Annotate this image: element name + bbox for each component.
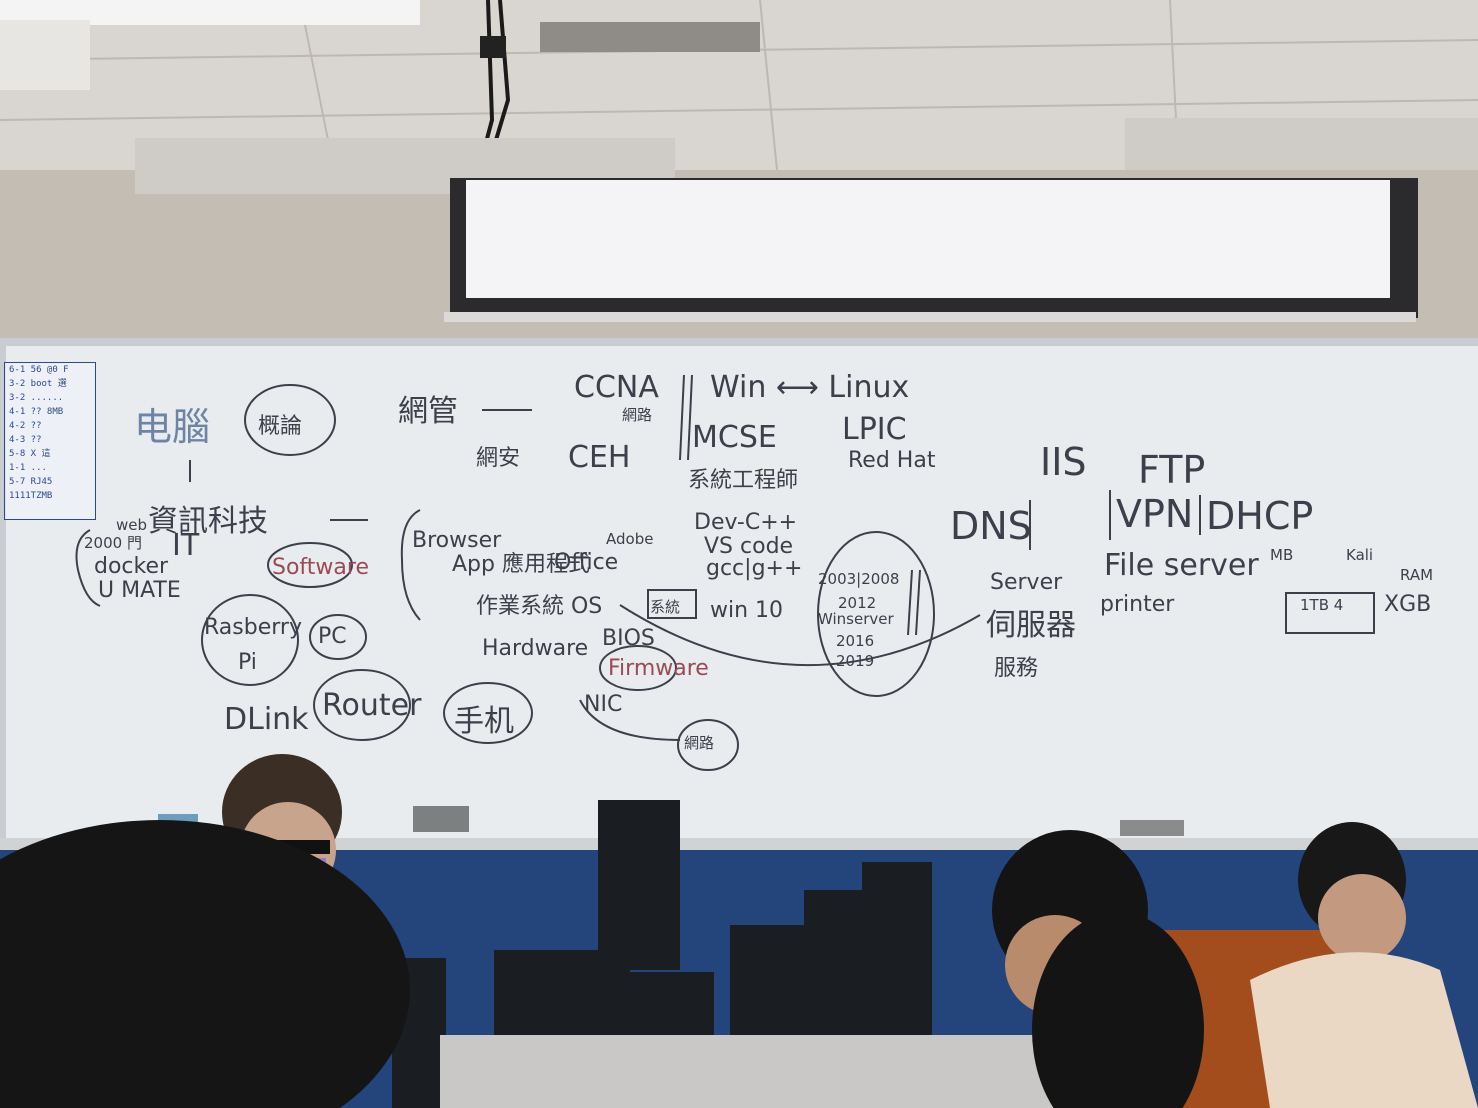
legend-line: 3-2 boot 選: [9, 379, 67, 389]
text-adobe: Adobe: [606, 530, 654, 548]
text-printer: printer: [1100, 592, 1175, 617]
text-year: 2000 門: [84, 534, 142, 552]
eraser: [413, 806, 469, 832]
text-pi: Pi: [238, 650, 257, 675]
text-router: Router: [322, 688, 422, 723]
text-nic: NIC: [584, 692, 623, 717]
text-os: 作業系統 OS: [476, 594, 603, 619]
text-phone: 手机: [454, 704, 514, 739]
text-server-cn: 伺服器: [986, 608, 1076, 643]
text-system-small: 系統: [650, 598, 681, 616]
text-netmgmt: 網管: [398, 394, 458, 429]
text-office: Office: [554, 550, 619, 575]
text-dlink: DLink: [224, 702, 309, 737]
text-winserver-label: Winserver: [818, 610, 894, 628]
legend-line: 4-2 ??: [9, 421, 42, 431]
text-umate: U MATE: [98, 578, 181, 603]
text-mcse: MCSE: [692, 420, 777, 455]
text-it-chinese: 資訊科技: [148, 504, 268, 539]
text-raspberry: Rasberry: [204, 615, 302, 640]
text-redhat: Red Hat: [848, 448, 936, 473]
text-firmware: Firmware: [608, 656, 709, 681]
text-kali: Kali: [1346, 546, 1374, 564]
whiteboard-legend: 6-1 56 @0 F 3-2 boot 選 3-2 ...... 4-1 ??…: [4, 362, 96, 520]
legend-line: 5-8 X 這: [9, 449, 51, 459]
text-ccna-sub: 網路: [622, 406, 653, 424]
text-ccna: CCNA: [574, 370, 659, 405]
text-netsec: 網安: [476, 446, 521, 471]
screen-housing-right: [1125, 118, 1478, 170]
text-software: Software: [272, 555, 369, 580]
text-ceh: CEH: [568, 440, 631, 475]
text-ftp: FTP: [1138, 448, 1206, 492]
text-winserver-v4: 2019: [836, 652, 875, 670]
text-disk: 1TB 4: [1300, 596, 1344, 614]
text-dns: DNS: [950, 504, 1032, 548]
legend-line: 4-3 ??: [9, 435, 42, 445]
legend-line: 5-7 RJ45: [9, 477, 53, 487]
projector: [0, 20, 90, 90]
text-win-linux: Win ⟷ Linux: [710, 370, 910, 405]
text-xgb: XGB: [1384, 592, 1432, 617]
text-mb: MB: [1270, 546, 1294, 564]
text-sysengineer: 系統工程師: [688, 468, 799, 493]
text-hardware: Hardware: [482, 636, 589, 661]
air-vent: [540, 22, 760, 52]
text-vpn: VPN: [1116, 492, 1194, 536]
eraser-2: [1120, 820, 1184, 836]
legend-line: 6-1 56 @0 F: [9, 365, 69, 375]
text-win10: win 10: [710, 598, 784, 623]
text-ram: RAM: [1400, 566, 1434, 584]
legend-line: 1111TZMB: [9, 491, 53, 501]
text-gcc: gcc|g++: [706, 556, 803, 581]
text-computer: 电腦: [134, 405, 211, 449]
text-devcpp: Dev-C++: [694, 510, 798, 535]
legend-line: 4-1 ?? 8MB: [9, 407, 64, 417]
text-network: 網路: [684, 734, 715, 752]
text-lpic: LPIC: [842, 412, 907, 447]
text-bios: BIOS: [602, 626, 655, 651]
text-iis: IIS: [1040, 440, 1087, 484]
text-winserver-v1: 2003|2008: [818, 570, 900, 588]
legend-line: 3-2 ......: [9, 393, 64, 403]
text-pc: PC: [318, 624, 347, 649]
text-it: IT: [172, 528, 200, 563]
text-overview: 概論: [258, 414, 303, 439]
legend-line: 1-1 ...: [9, 463, 47, 473]
text-docker: docker: [94, 554, 169, 579]
text-server: Server: [990, 570, 1063, 595]
desk: [440, 1035, 1060, 1108]
text-dhcp: DHCP: [1206, 494, 1314, 538]
text-winserver-v3: 2016: [836, 632, 875, 650]
text-fileserver: File server: [1104, 548, 1259, 583]
text-service: 服務: [994, 656, 1039, 681]
